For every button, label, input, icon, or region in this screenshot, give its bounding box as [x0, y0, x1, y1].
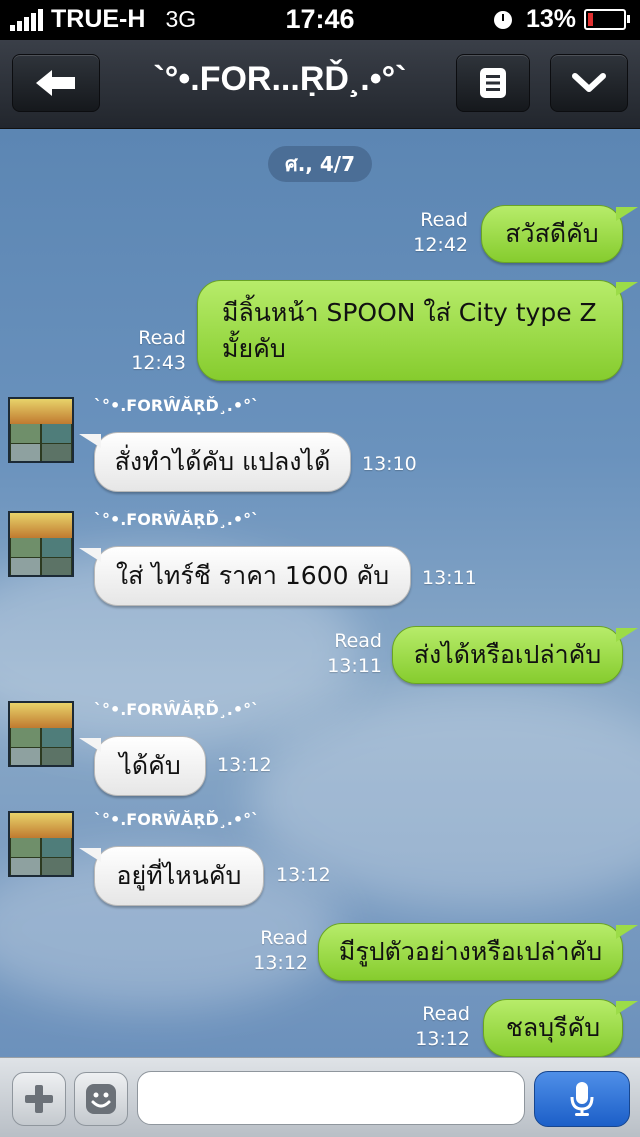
message-time: 13:12 [217, 754, 272, 776]
chat-header: `°•.FOR...ṚĎ¸.•°` [0, 40, 640, 129]
smiley-icon [86, 1084, 116, 1114]
bubble-tail [616, 1001, 638, 1015]
chevron-down-icon [572, 73, 606, 92]
outgoing-message[interactable]: ชลบุรีคับ [483, 999, 623, 1057]
message-text: ได้คับ [119, 751, 181, 780]
microphone-icon [570, 1082, 594, 1116]
battery-icon [584, 9, 630, 30]
sender-name: `°•.FORŴĂṚĎ¸.•°` [94, 700, 260, 719]
message-time: 13:12 [276, 864, 331, 886]
back-button[interactable] [12, 54, 100, 112]
bubble-tail [616, 282, 638, 296]
battery-percent: 13% [525, 5, 576, 33]
incoming-message[interactable]: อยู่ที่ไหนคับ [94, 846, 264, 906]
alarm-clock-icon [493, 10, 512, 29]
message-time: 12:42 [413, 234, 468, 256]
message-meta: Read 12:43 [120, 326, 186, 376]
date-separator: ศ., 4/7 [268, 146, 372, 182]
outgoing-message[interactable]: มีลิ้นหน้า SPOON ใส่ City type Z มั้ยคับ [197, 280, 623, 381]
bubble-tail [79, 848, 101, 862]
menu-list-icon [480, 68, 506, 98]
chat-area[interactable]: ศ., 4/7 Read 12:42 สวัสดีคับ Read 12:43 … [0, 129, 640, 1057]
message-text: ชลบุรีคับ [505, 1013, 601, 1042]
message-text: สั่งทำได้คับ แปลงได้ [114, 447, 331, 476]
battery-group: 13% [493, 5, 630, 34]
message-time: 13:12 [253, 952, 308, 974]
message-time: 13:11 [422, 567, 477, 589]
message-text: ใส่ ไทร์ชี ราคา 1600 คับ [115, 561, 390, 590]
message-text: มีรูปตัวอย่างหรือเปล่าคับ [338, 937, 603, 966]
incoming-message[interactable]: ใส่ ไทร์ชี ราคา 1600 คับ [94, 546, 411, 606]
sender-avatar[interactable] [8, 811, 74, 877]
sender-avatar[interactable] [8, 511, 74, 577]
menu-button[interactable] [456, 54, 530, 112]
message-meta: Read 13:12 [402, 1002, 470, 1052]
outgoing-message[interactable]: มีรูปตัวอย่างหรือเปล่าคับ [318, 923, 623, 981]
read-receipt: Read [422, 1003, 470, 1025]
message-time: 13:11 [327, 655, 382, 677]
sender-name: `°•.FORŴĂṚĎ¸.•°` [94, 396, 260, 415]
back-arrow-icon [36, 70, 75, 96]
sticker-button[interactable] [74, 1072, 128, 1126]
bubble-tail [616, 925, 638, 939]
read-receipt: Read [420, 209, 468, 231]
message-text: มีลิ้นหน้า SPOON ใส่ City type Z มั้ยคับ [222, 297, 597, 363]
bubble-tail [616, 628, 638, 642]
message-time: 13:10 [362, 453, 417, 475]
voice-button[interactable] [534, 1071, 630, 1127]
incoming-message[interactable]: ได้คับ [94, 736, 206, 796]
chat-title: `°•.FOR...ṚĎ¸.•°` [153, 60, 407, 98]
bubble-tail [616, 207, 638, 221]
sender-avatar[interactable] [8, 397, 74, 463]
message-meta: Read 12:42 [400, 208, 468, 258]
sender-name: `°•.FORŴĂṚĎ¸.•°` [94, 810, 260, 829]
message-meta: Read 13:12 [240, 926, 308, 976]
read-receipt: Read [138, 327, 186, 349]
message-time: 13:12 [415, 1028, 470, 1050]
read-receipt: Read [334, 630, 382, 652]
expand-button[interactable] [550, 54, 628, 112]
bubble-tail [79, 434, 101, 448]
bubble-tail [79, 738, 101, 752]
attach-button[interactable] [12, 1072, 66, 1126]
sender-avatar[interactable] [8, 701, 74, 767]
message-input[interactable] [137, 1071, 525, 1125]
message-text: อยู่ที่ไหนคับ [116, 861, 242, 890]
message-input-bar [0, 1057, 640, 1137]
outgoing-message[interactable]: ส่งได้หรือเปล่าคับ [392, 626, 623, 684]
bubble-tail [79, 548, 101, 562]
message-text: ส่งได้หรือเปล่าคับ [413, 640, 602, 669]
read-receipt: Read [260, 927, 308, 949]
incoming-message[interactable]: สั่งทำได้คับ แปลงได้ [94, 432, 351, 492]
plus-icon [25, 1085, 53, 1113]
status-bar: TRUE-H 3G 17:46 13% [0, 0, 640, 40]
outgoing-message[interactable]: สวัสดีคับ [481, 205, 623, 263]
message-text: สวัสดีคับ [505, 219, 599, 248]
message-time: 12:43 [131, 352, 186, 374]
message-meta: Read 13:11 [314, 629, 382, 679]
sender-name: `°•.FORŴĂṚĎ¸.•°` [94, 510, 260, 529]
